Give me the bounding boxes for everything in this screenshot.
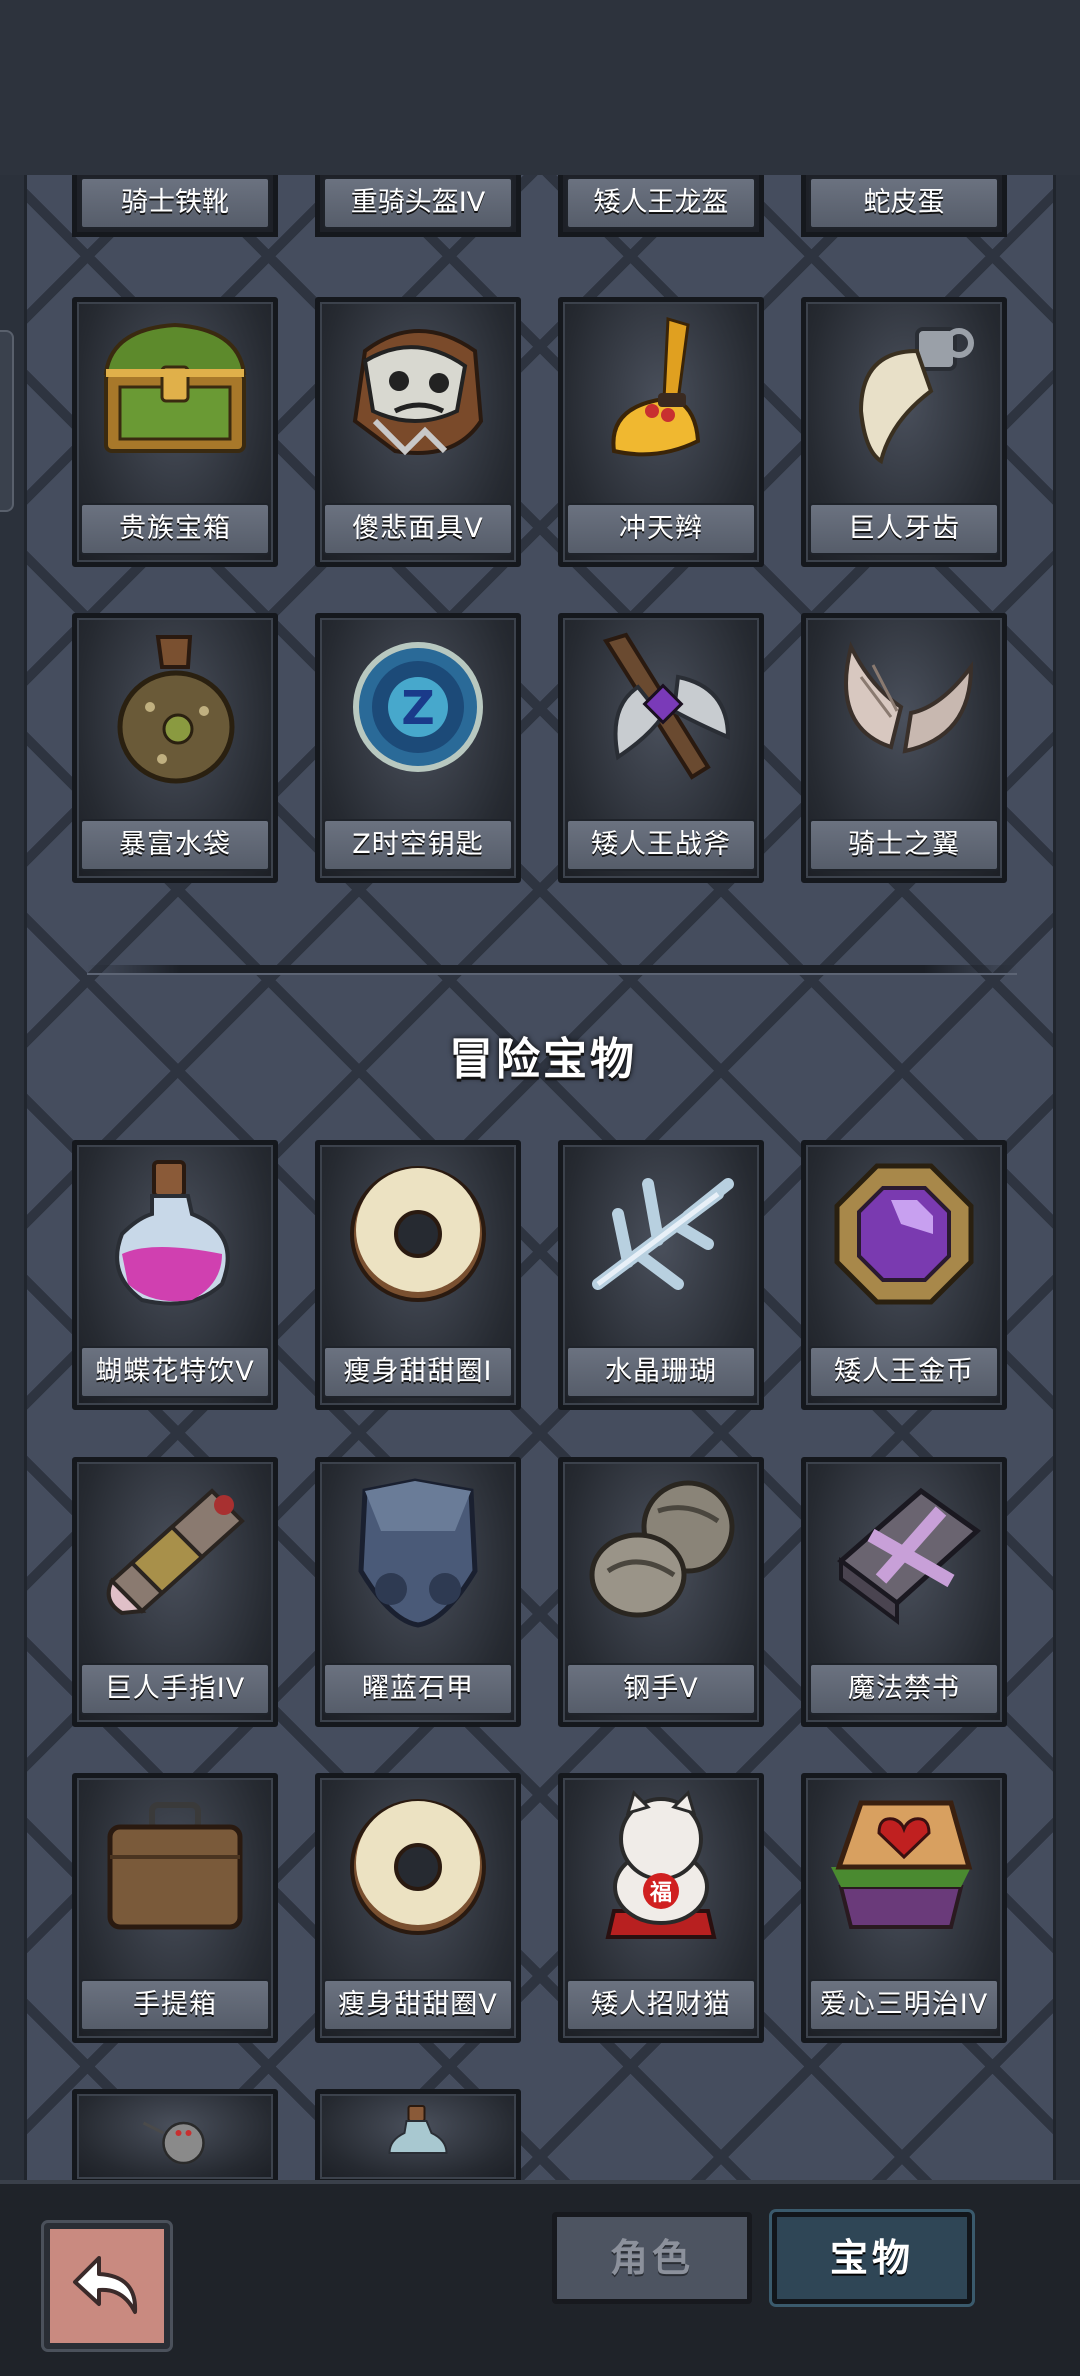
donut-icon [350,1166,486,1302]
item-gold-coin[interactable]: 矮人王金币 [801,1140,1007,1410]
item-forbidden-book[interactable]: 魔法禁书 [801,1457,1007,1727]
svg-text:福: 福 [649,1881,672,1906]
item-potion[interactable]: 蝴蝶花特饮V [72,1140,278,1410]
item-wings[interactable]: 骑士之翼 [801,613,1007,883]
item-label: 蛇皮蛋 [809,177,999,229]
section-divider [87,965,1017,975]
item-label: 矮人王战斧 [566,819,756,871]
item-label: 水晶珊瑚 [566,1346,756,1398]
item-label: 手提箱 [80,1979,270,2031]
status-bar-area [0,0,1080,175]
armor-icon [358,1478,478,1628]
item-ponytail[interactable]: 冲天辫 [558,297,764,567]
item-partial[interactable] [315,2089,521,2180]
item-label: 钢手V [566,1663,756,1715]
treasure-chest-icon [103,322,247,453]
lucky-cat-icon: 福 [605,1790,717,1939]
item-label: 瘦身甜甜圈I [323,1346,513,1398]
item-heart-sandwich[interactable]: 爱心三明治IV [801,1773,1007,2043]
item-label: 骑士铁靴 [80,177,270,229]
crystal-coral-icon [592,1178,734,1290]
item-sad-mask[interactable]: 傻悲面具V [315,297,521,567]
potion-icon [115,1160,230,1306]
giant-tooth-icon [858,327,974,465]
item-label: 骑士之翼 [809,819,999,871]
item-lucky-cat[interactable]: 福 矮人招财猫 [558,1773,764,2043]
suitcase-icon [107,1802,243,1930]
donut-icon [350,1799,486,1935]
gold-coin-icon [834,1163,974,1305]
side-handle[interactable] [0,330,14,512]
item-treasure-chest[interactable]: 贵族宝箱 [72,297,278,567]
item-label: 贵族宝箱 [80,503,270,555]
item-label: Z时空钥匙 [323,819,513,871]
item-label: 巨人牙齿 [809,503,999,555]
z-spacetime-key-icon: Z [353,642,483,772]
item-label: 魔法禁书 [809,1663,999,1715]
forbidden-book-icon [837,1487,981,1625]
sad-mask-icon [352,329,484,456]
item-steel-gauntlet[interactable]: 钢手V [558,1457,764,1727]
water-pouch-icon [117,635,235,784]
item-label: 傻悲面具V [323,503,513,555]
item-label: 暴富水袋 [80,819,270,871]
item-label: 巨人手指IV [80,1663,270,1715]
item-label: 瘦身甜甜圈V [323,1979,513,2031]
ponytail-icon [611,317,701,457]
item-suitcase[interactable]: 手提箱 [72,1773,278,2043]
item-label: 蝴蝶花特饮V [80,1346,270,1398]
item-donut-5[interactable]: 瘦身甜甜圈V [315,1773,521,2043]
item-water-pouch[interactable]: 暴富水袋 [72,613,278,883]
svg-text:Z: Z [401,681,434,735]
item-label: 矮人王金币 [809,1346,999,1398]
item-giant-tooth[interactable]: 巨人牙齿 [801,297,1007,567]
item-armor[interactable]: 曜蓝石甲 [315,1457,521,1727]
item-z-spacetime-key[interactable]: Z Z时空钥匙 [315,613,521,883]
item-donut-1[interactable]: 瘦身甜甜圈I [315,1140,521,1410]
treasure-panel[interactable]: 骑士铁靴 重骑头盔IV 矮人王龙盔 蛇皮蛋 贵族宝箱 傻悲面具V 冲天辫 巨人牙… [24,175,1056,2180]
steel-gauntlet-icon [589,1480,735,1618]
item-label: 曜蓝石甲 [323,1663,513,1715]
section-title: 冒险宝物 [449,1034,637,1085]
giant-finger-icon [106,1488,245,1616]
tab-roles[interactable]: 角色 [552,2212,752,2304]
item-label: 矮人王龙盔 [566,177,756,229]
item-battle-axe[interactable]: 矮人王战斧 [558,613,764,883]
bottle-icon [388,2105,448,2154]
item-partial[interactable] [72,2089,278,2180]
item-giant-finger[interactable]: 巨人手指IV [72,1457,278,1727]
item-label: 矮人招财猫 [566,1979,756,2031]
back-button[interactable] [44,2223,170,2349]
wings-icon [844,641,974,754]
battle-axe-icon [602,632,731,780]
item-label: 冲天辫 [566,503,756,555]
heart-sandwich-icon [831,1800,973,1929]
item-label: 爱心三明治IV [809,1979,999,2031]
item-crystal-coral[interactable]: 水晶珊瑚 [558,1140,764,1410]
mechanical-device-icon [142,2121,205,2165]
back-arrow-icon [73,2256,138,2314]
item-label: 重骑头盔IV [323,177,513,229]
tab-treasure[interactable]: 宝物 [772,2212,972,2304]
